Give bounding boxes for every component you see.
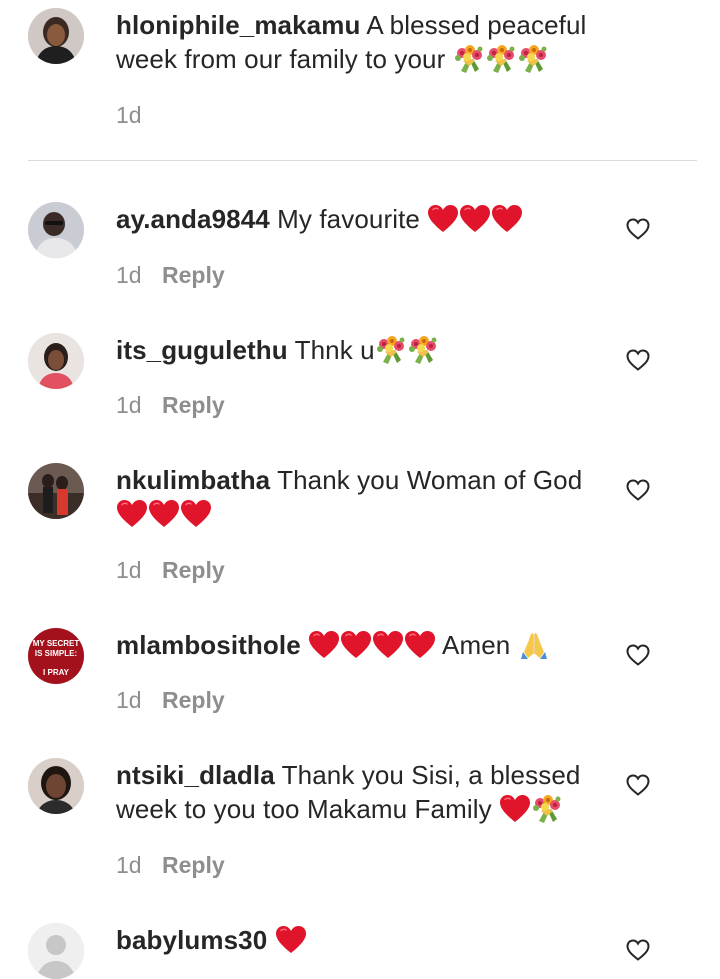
comment-text: its_gugulethu Thnk u xyxy=(116,333,606,367)
comment-username[interactable]: its_gugulethu xyxy=(116,335,288,365)
bouquet-emoji-icon xyxy=(485,44,517,74)
profile-photo-icon xyxy=(28,333,84,389)
comment-meta: 1d Reply xyxy=(116,556,225,584)
caption-text: hloniphile_makamu A blessed peaceful wee… xyxy=(116,8,616,76)
red-heart-emoji-icon xyxy=(116,499,148,529)
profile-photo-icon xyxy=(28,202,84,258)
divider xyxy=(28,160,697,161)
post-caption: hloniphile_makamu A blessed peaceful wee… xyxy=(0,0,720,130)
comment-time: 1d xyxy=(116,557,142,583)
red-heart-emoji-icon xyxy=(148,499,180,529)
comment-text: nkulimbatha Thank you Woman of God xyxy=(116,463,606,531)
red-heart-emoji-icon xyxy=(180,499,212,529)
comment-time: 1d xyxy=(116,852,142,878)
profile-text-image-icon: MY SECRET IS SIMPLE: I PRAY xyxy=(28,628,84,684)
reply-button[interactable]: Reply xyxy=(162,687,225,713)
red-heart-emoji-icon xyxy=(275,925,307,955)
profile-photo-icon xyxy=(28,463,84,519)
bouquet-emoji-icon xyxy=(453,44,485,74)
comment-body: Thnk u xyxy=(294,335,375,365)
default-avatar-icon xyxy=(28,923,84,979)
avatar-text-line: IS SIMPLE: xyxy=(35,649,77,658)
caption-meta: 1d xyxy=(116,101,162,129)
comment-username[interactable]: ay.anda9844 xyxy=(116,204,270,234)
avatar-text-line: I PRAY xyxy=(43,668,70,677)
like-heart-icon[interactable] xyxy=(626,774,650,796)
comment-avatar[interactable] xyxy=(28,923,84,979)
red-heart-emoji-icon xyxy=(459,204,491,234)
comment-avatar[interactable] xyxy=(28,202,84,258)
like-heart-icon[interactable] xyxy=(626,349,650,371)
like-heart-icon[interactable] xyxy=(626,479,650,501)
comment-meta: 1d Reply xyxy=(116,686,225,714)
comment-time: 1d xyxy=(116,392,142,418)
like-heart-icon[interactable] xyxy=(626,218,650,240)
reply-button[interactable]: Reply xyxy=(162,557,225,583)
reply-button[interactable]: Reply xyxy=(162,262,225,288)
comment-avatar[interactable] xyxy=(28,758,84,814)
comment-body: Amen xyxy=(442,630,511,660)
red-heart-emoji-icon xyxy=(340,630,372,660)
red-heart-emoji-icon xyxy=(404,630,436,660)
bouquet-emoji-icon xyxy=(517,44,549,74)
caption-time: 1d xyxy=(116,102,142,128)
red-heart-emoji-icon xyxy=(491,204,523,234)
reply-button[interactable]: Reply xyxy=(162,852,225,878)
comment-avatar[interactable] xyxy=(28,463,84,519)
profile-photo-icon xyxy=(28,8,84,64)
bouquet-emoji-icon xyxy=(407,335,439,365)
comment-body: My favourite xyxy=(277,204,420,234)
comment-avatar[interactable]: MY SECRET IS SIMPLE: I PRAY xyxy=(28,628,84,684)
reply-button[interactable]: Reply xyxy=(162,392,225,418)
caption-avatar[interactable] xyxy=(28,8,84,64)
comment-username[interactable]: ntsiki_dladla xyxy=(116,760,275,790)
red-heart-emoji-icon xyxy=(499,794,531,824)
red-heart-emoji-icon xyxy=(308,630,340,660)
comment-meta: 1d Reply xyxy=(116,851,225,879)
comment-username[interactable]: babylums30 xyxy=(116,925,267,955)
red-heart-emoji-icon xyxy=(427,204,459,234)
comment-time: 1d xyxy=(116,687,142,713)
profile-photo-icon xyxy=(28,758,84,814)
comment-body: Thank you Woman of God xyxy=(277,465,583,495)
like-heart-icon[interactable] xyxy=(626,644,650,666)
comment-avatar[interactable] xyxy=(28,333,84,389)
folded-hands-emoji-icon xyxy=(518,630,550,660)
comment-text: babylums30 xyxy=(116,923,606,957)
comment-text: ntsiki_dladla Thank you Sisi, a blessed … xyxy=(116,758,606,826)
comment-time: 1d xyxy=(116,262,142,288)
bouquet-emoji-icon xyxy=(531,794,563,824)
comment-username[interactable]: nkulimbatha xyxy=(116,465,270,495)
comment-meta: 1d Reply xyxy=(116,261,225,289)
comment-username[interactable]: mlambosithole xyxy=(116,630,301,660)
like-heart-icon[interactable] xyxy=(626,939,650,961)
bouquet-emoji-icon xyxy=(375,335,407,365)
avatar-text-line: MY SECRET xyxy=(33,639,80,648)
comment-text: mlambosithole Amen xyxy=(116,628,606,662)
caption-username[interactable]: hloniphile_makamu xyxy=(116,10,360,40)
comment-meta: 1d Reply xyxy=(116,391,225,419)
red-heart-emoji-icon xyxy=(372,630,404,660)
comment-text: ay.anda9844 My favourite xyxy=(116,202,606,236)
